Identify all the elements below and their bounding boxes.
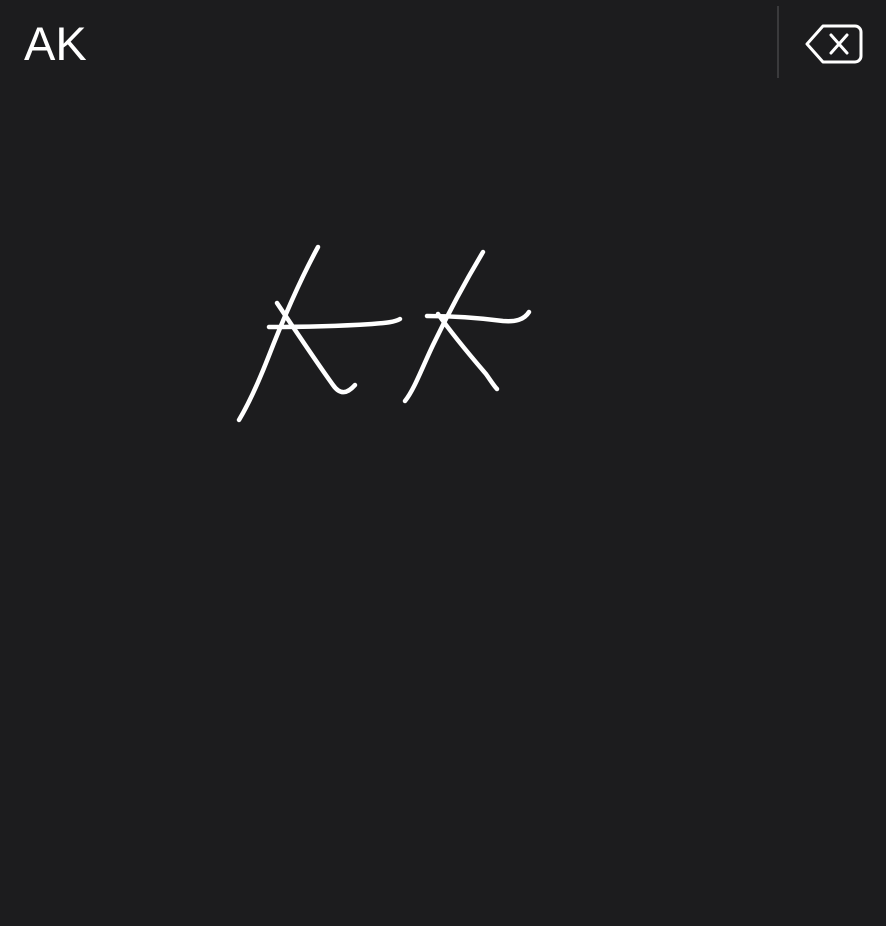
stroke-4 xyxy=(402,249,486,404)
handwriting-strokes xyxy=(236,244,532,423)
stroke-1 xyxy=(236,244,321,423)
stroke-5 xyxy=(435,311,500,392)
handwriting-canvas[interactable] xyxy=(0,86,886,926)
stroke-2 xyxy=(274,300,358,395)
